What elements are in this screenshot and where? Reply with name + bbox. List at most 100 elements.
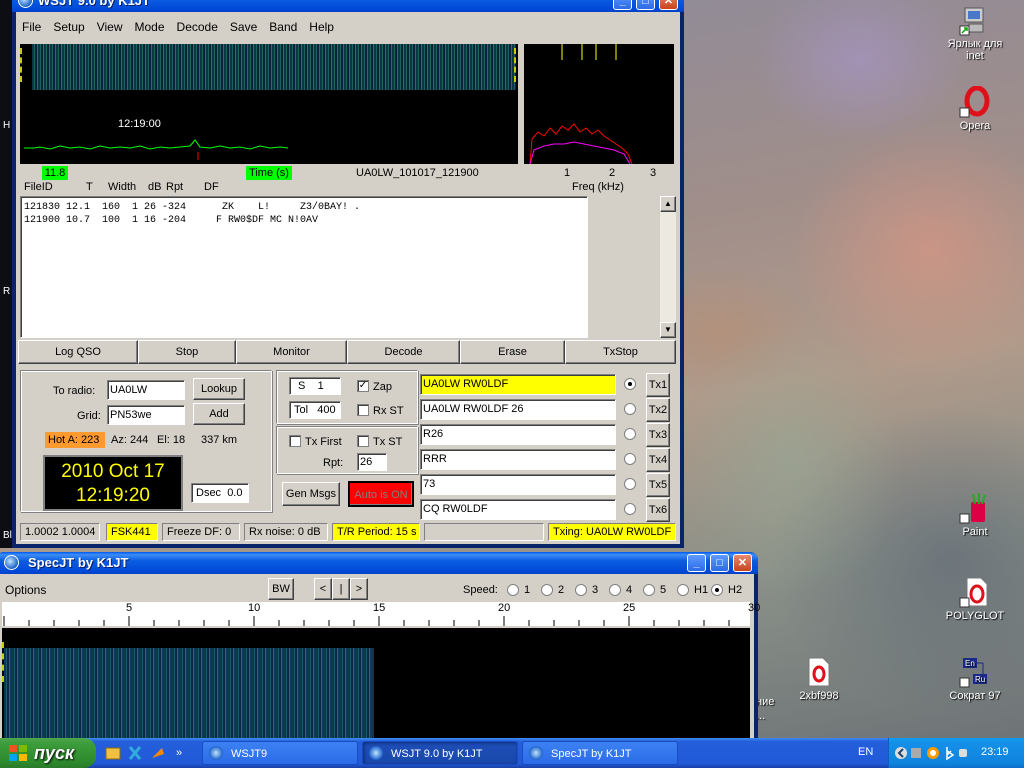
close-button[interactable]: ✕ bbox=[733, 554, 752, 572]
bw-button[interactable]: BW bbox=[268, 578, 294, 600]
speed-radio[interactable] bbox=[541, 584, 553, 596]
menu-view[interactable]: View bbox=[91, 18, 129, 37]
tx-message-field[interactable]: UA0LW RW0LDF bbox=[420, 374, 616, 395]
auto-is-on-button[interactable]: Auto is ON bbox=[348, 481, 414, 507]
erase-button[interactable]: Erase bbox=[460, 340, 565, 364]
speed-radio[interactable] bbox=[711, 584, 723, 596]
scroll-up-button[interactable]: ▲ bbox=[660, 196, 676, 212]
lookup-button[interactable]: Lookup bbox=[193, 378, 245, 400]
start-button[interactable]: пуск bbox=[0, 738, 96, 768]
scroll-right-button[interactable]: > bbox=[350, 578, 368, 600]
scroll-down-button[interactable]: ▼ bbox=[660, 322, 676, 338]
tx-select-radio[interactable] bbox=[624, 378, 636, 390]
zap-checkbox[interactable]: ✓ bbox=[357, 380, 369, 392]
tx-select-radio[interactable] bbox=[624, 503, 636, 515]
clock[interactable]: 23:19 bbox=[981, 746, 1009, 758]
maximize-button[interactable]: □ bbox=[636, 0, 655, 10]
network-shortcut-icon bbox=[959, 4, 991, 36]
scroll-left-button[interactable]: < bbox=[314, 578, 332, 600]
svg-text:En: En bbox=[965, 659, 975, 668]
menu-mode[interactable]: Mode bbox=[129, 18, 171, 37]
tx-send-button[interactable]: Tx1 bbox=[646, 373, 670, 397]
options-menu[interactable]: Options bbox=[5, 583, 46, 597]
minimize-button[interactable]: _ bbox=[613, 0, 632, 10]
taskbar-item-wsjt9[interactable]: WSJT9 bbox=[202, 741, 358, 765]
desktop-icon-2xbf998[interactable]: 2xbf998 bbox=[784, 656, 854, 702]
minimize-button[interactable]: _ bbox=[687, 554, 706, 572]
decode-text-area[interactable]: 121830 12.1 160 1 26 -324 ZK L! Z3/0BAY!… bbox=[20, 196, 588, 338]
tx-message-field[interactable]: CQ RW0LDF bbox=[420, 499, 616, 520]
menu-file[interactable]: File bbox=[16, 18, 47, 37]
desktop-icon-sokrat[interactable]: En Ru Сократ 97 bbox=[940, 656, 1010, 702]
waterfall-display[interactable]: 12:19:00 bbox=[20, 44, 518, 164]
speed-label: 2 bbox=[558, 584, 565, 596]
speed-radios: 1 2 3 4 5 H1 H2 bbox=[507, 582, 753, 598]
speed-radio[interactable] bbox=[507, 584, 519, 596]
col-rpt: Rpt bbox=[166, 181, 184, 193]
tx-send-button[interactable]: Tx3 bbox=[646, 423, 670, 447]
left-marker bbox=[20, 48, 22, 82]
specjt-waterfall-image bbox=[4, 648, 374, 742]
stop-button[interactable]: Stop bbox=[138, 340, 236, 364]
speed-radio[interactable] bbox=[677, 584, 689, 596]
tx-select-radio[interactable] bbox=[624, 428, 636, 440]
menu-setup[interactable]: Setup bbox=[47, 18, 90, 37]
menu-decode[interactable]: Decode bbox=[171, 18, 224, 37]
wsjt-icon bbox=[209, 746, 223, 760]
tx-send-button[interactable]: Tx5 bbox=[646, 473, 670, 497]
dsec-field[interactable]: Dsec 0.0 bbox=[191, 483, 249, 503]
tx-select-radio[interactable] bbox=[624, 453, 636, 465]
status-mode: FSK441 bbox=[106, 523, 158, 541]
tx-select-radio[interactable] bbox=[624, 403, 636, 415]
tx-first-checkbox[interactable] bbox=[289, 435, 301, 447]
wsjt-icon bbox=[369, 746, 383, 760]
to-radio-input[interactable]: UA0LW bbox=[107, 380, 185, 400]
tx-st-checkbox[interactable] bbox=[357, 435, 369, 447]
tx-message-field[interactable]: R26 bbox=[420, 424, 616, 445]
speed-radio[interactable] bbox=[575, 584, 587, 596]
s-field[interactable]: S 1 bbox=[289, 377, 341, 395]
desktop-icon-polyglot[interactable]: POLYGLOT bbox=[940, 576, 1010, 622]
log-qso-button[interactable]: Log QSO bbox=[18, 340, 138, 364]
desktop-icon-inet[interactable]: Ярлык для inet bbox=[940, 4, 1010, 62]
menu-band[interactable]: Band bbox=[263, 18, 303, 37]
add-button[interactable]: Add bbox=[193, 403, 245, 425]
zap-label: Zap bbox=[373, 381, 392, 393]
close-button[interactable]: ✕ bbox=[659, 0, 678, 10]
center-button[interactable]: | bbox=[332, 578, 350, 600]
gen-msgs-button[interactable]: Gen Msgs bbox=[282, 482, 340, 506]
spectrum-display[interactable] bbox=[524, 44, 674, 165]
desktop-icon-opera[interactable]: Opera bbox=[940, 85, 1010, 132]
tx-message-field[interactable]: 73 bbox=[420, 474, 616, 495]
desktop-icon-paint[interactable]: Paint bbox=[940, 492, 1010, 538]
menu-save[interactable]: Save bbox=[224, 18, 263, 37]
vertical-scrollbar[interactable]: ▲ ▼ bbox=[660, 196, 676, 338]
tx-first-label: Tx First bbox=[305, 436, 342, 448]
grid-input[interactable]: PN53we bbox=[107, 405, 185, 425]
specjt-titlebar[interactable]: SpecJT by K1JT _ □ ✕ bbox=[0, 552, 758, 574]
rx-st-checkbox[interactable] bbox=[357, 404, 369, 416]
speed-label: 4 bbox=[626, 584, 633, 596]
svg-text:Ru: Ru bbox=[975, 675, 985, 684]
taskbar-item-specjt[interactable]: SpecJT by K1JT bbox=[522, 741, 678, 765]
speed-radio[interactable] bbox=[609, 584, 621, 596]
tx-message-field[interactable]: UA0LW RW0LDF 26 bbox=[420, 399, 616, 420]
tx-send-button[interactable]: Tx2 bbox=[646, 398, 670, 422]
language-indicator[interactable]: EN bbox=[858, 746, 873, 758]
txstop-button[interactable]: TxStop bbox=[565, 340, 676, 364]
tol-field[interactable]: Tol 400 bbox=[289, 401, 341, 419]
speed-radio[interactable] bbox=[643, 584, 655, 596]
taskbar-item-wsjt-main[interactable]: WSJT 9.0 by K1JT bbox=[362, 741, 518, 765]
tx-send-button[interactable]: Tx6 bbox=[646, 498, 670, 522]
monitor-button[interactable]: Monitor bbox=[236, 340, 347, 364]
status-freeze-df: Freeze DF: 0 bbox=[162, 523, 240, 541]
tx-send-button[interactable]: Tx4 bbox=[646, 448, 670, 472]
maximize-button[interactable]: □ bbox=[710, 554, 729, 572]
wsjt-titlebar[interactable]: WSJT 9.0 by K1JT _ □ ✕ bbox=[12, 0, 684, 12]
specjt-waterfall[interactable] bbox=[2, 628, 750, 742]
rpt-input[interactable]: 26 bbox=[357, 453, 387, 471]
decode-button[interactable]: Decode bbox=[347, 340, 460, 364]
tx-message-field[interactable]: RRR bbox=[420, 449, 616, 470]
tx-select-radio[interactable] bbox=[624, 478, 636, 490]
menu-help[interactable]: Help bbox=[303, 18, 340, 37]
